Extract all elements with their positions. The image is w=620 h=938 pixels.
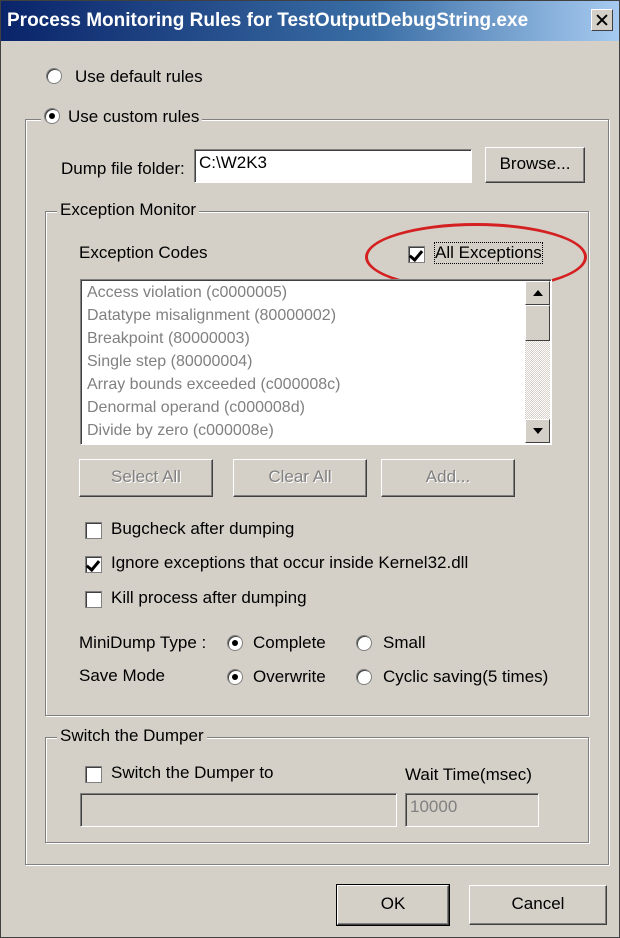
- list-item[interactable]: Denormal operand (c000008d): [87, 399, 305, 417]
- switch-dumper-group-label: Switch the Dumper: [57, 726, 207, 746]
- arrow-up-icon: [533, 290, 543, 296]
- close-icon[interactable]: [591, 9, 613, 31]
- list-item[interactable]: Single step (80000004): [87, 353, 252, 371]
- select-all-label: Select All: [111, 467, 181, 486]
- title-bar[interactable]: Process Monitoring Rules for TestOutputD…: [1, 1, 619, 41]
- kill-process-label[interactable]: Kill process after dumping: [111, 588, 307, 608]
- ignore-kernel32-label[interactable]: Ignore exceptions that occur inside Kern…: [111, 553, 468, 573]
- list-item[interactable]: Datatype misalignment (80000002): [87, 307, 336, 325]
- scroll-down-button[interactable]: [525, 419, 550, 443]
- list-item[interactable]: Array bounds exceeded (c000008c): [87, 376, 341, 394]
- wait-time-input[interactable]: 10000: [405, 793, 539, 827]
- minidump-complete-radio[interactable]: [227, 635, 243, 651]
- add-label: Add...: [425, 467, 471, 486]
- minidump-small-label[interactable]: Small: [383, 633, 426, 653]
- clear-all-button[interactable]: Clear All: [233, 459, 367, 497]
- minidump-type-label: MiniDump Type :: [79, 633, 207, 652]
- default-rules-radio[interactable]: [46, 68, 62, 84]
- select-all-button[interactable]: Select All: [79, 459, 213, 497]
- save-mode-label: Save Mode: [79, 666, 165, 685]
- default-rules-label[interactable]: Use default rules: [75, 67, 203, 87]
- list-item[interactable]: Access violation (c0000005): [87, 284, 287, 302]
- window-title: Process Monitoring Rules for TestOutputD…: [7, 10, 529, 31]
- bugcheck-label[interactable]: Bugcheck after dumping: [111, 519, 294, 539]
- clear-all-label: Clear All: [268, 467, 332, 486]
- dump-folder-input[interactable]: C:\W2K3: [194, 149, 472, 183]
- arrow-down-icon: [533, 428, 543, 434]
- custom-rules-label[interactable]: Use custom rules: [68, 107, 199, 126]
- scroll-thumb[interactable]: [525, 305, 550, 341]
- switch-dumper-group: [45, 737, 589, 843]
- save-overwrite-label[interactable]: Overwrite: [253, 667, 326, 687]
- save-overwrite-radio[interactable]: [227, 669, 243, 685]
- cancel-button[interactable]: Cancel: [469, 885, 607, 925]
- custom-rules-header: Use custom rules: [41, 107, 203, 127]
- cancel-button-label: Cancel: [511, 894, 565, 913]
- dump-folder-label: Dump file folder:: [61, 159, 185, 178]
- ok-button[interactable]: OK: [337, 885, 449, 925]
- dumper-path-input[interactable]: [80, 793, 397, 827]
- dialog-window: Process Monitoring Rules for TestOutputD…: [0, 0, 620, 938]
- list-item[interactable]: Divide by zero (c000008e): [87, 422, 274, 440]
- list-item[interactable]: Breakpoint (80000003): [87, 330, 250, 348]
- wait-time-label: Wait Time(msec): [405, 765, 532, 784]
- browse-button-label: Browse...: [499, 154, 571, 173]
- bugcheck-checkbox[interactable]: [85, 522, 102, 539]
- switch-dumper-label[interactable]: Switch the Dumper to: [111, 763, 274, 783]
- scroll-up-button[interactable]: [525, 281, 550, 305]
- ignore-kernel32-checkbox[interactable]: [85, 556, 102, 573]
- exception-codes-label: Exception Codes: [79, 243, 208, 262]
- ok-button-label: OK: [380, 894, 406, 913]
- exception-monitor-label: Exception Monitor: [57, 200, 200, 220]
- switch-dumper-checkbox[interactable]: [85, 766, 102, 783]
- custom-rules-radio[interactable]: [44, 108, 60, 124]
- exception-codes-list[interactable]: Access violation (c0000005) Datatype mis…: [80, 279, 552, 445]
- browse-button[interactable]: Browse...: [485, 147, 585, 183]
- save-cyclic-radio[interactable]: [356, 669, 372, 685]
- kill-process-checkbox[interactable]: [85, 591, 102, 608]
- add-button[interactable]: Add...: [381, 459, 515, 497]
- save-cyclic-label[interactable]: Cyclic saving(5 times): [383, 667, 548, 687]
- minidump-small-radio[interactable]: [356, 635, 372, 651]
- minidump-complete-label[interactable]: Complete: [253, 633, 326, 653]
- list-scrollbar[interactable]: [525, 281, 550, 443]
